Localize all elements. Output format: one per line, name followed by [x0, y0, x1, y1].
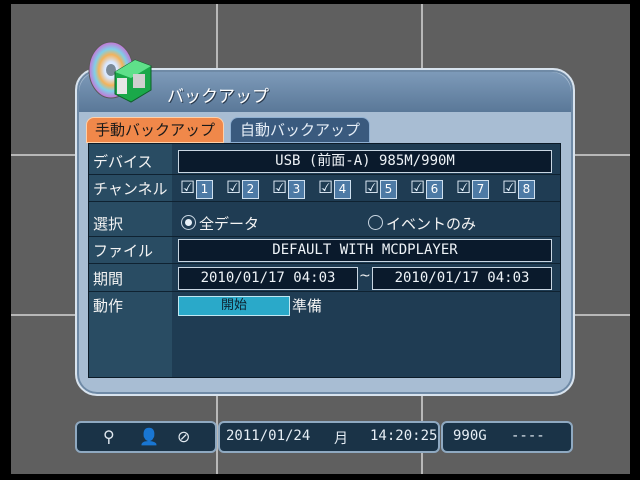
select-label: 選択	[93, 215, 124, 233]
radio-all-data-label[interactable]: 全データ	[199, 213, 259, 234]
radio-events-only[interactable]	[368, 215, 383, 230]
datetime-box: 2011/01/24 月 14:20:25	[218, 421, 440, 453]
status-icons-box: ⚲ 👤 ⊘	[75, 421, 217, 453]
period-separator: ~	[359, 268, 371, 284]
channel-checkbox[interactable]: ☑ 5	[364, 179, 400, 199]
backup-status: 準備	[292, 297, 323, 315]
radio-all-data[interactable]	[181, 215, 196, 230]
action-label: 動作	[93, 297, 124, 315]
checkmark-icon: ☑	[318, 178, 334, 198]
network-off-icon[interactable]: ⊘	[177, 427, 190, 446]
backup-settings-panel: デバイス USB (前面-A) 985M/990M チャンネル ☑ 1 ☑ 2 ☑ 3…	[88, 143, 561, 378]
file-label: ファイル	[93, 242, 154, 260]
user-alert-icon[interactable]: 👤	[139, 427, 159, 446]
dialog-title: バックアップ	[167, 87, 269, 107]
device-row: デバイス USB (前面-A) 985M/990M	[89, 148, 560, 175]
channel-checkbox[interactable]: ☑ 7	[456, 179, 492, 199]
select-row: 選択 全データ イベントのみ	[89, 210, 560, 237]
channel-checkbox[interactable]: ☑ 3	[272, 179, 308, 199]
tab-manual-backup[interactable]: 手動バックアップ	[86, 117, 224, 143]
checkmark-icon: ☑	[226, 178, 242, 198]
channel-checkbox[interactable]: ☑ 6	[410, 179, 446, 199]
checkmark-icon: ☑	[272, 178, 288, 198]
period-row: 期間 2010/01/17 04:03 ~ 2010/01/17 04:03	[89, 265, 560, 292]
status-time: 14:20:25	[370, 428, 438, 444]
backup-disc-icon	[88, 41, 152, 103]
channel-checkbox[interactable]: ☑ 4	[318, 179, 354, 199]
channel-label: チャンネル	[93, 180, 168, 198]
status-weekday: 月	[334, 431, 348, 447]
start-button[interactable]: 開始	[178, 296, 290, 316]
usb-icon[interactable]: ⚲	[103, 427, 115, 446]
checkmark-icon: ☑	[410, 178, 426, 198]
channel-row: チャンネル ☑ 1 ☑ 2 ☑ 3 ☑ 4 ☑ 5 ☑ 6 ☑ 7 ☑ 8	[89, 175, 560, 202]
device-field[interactable]: USB (前面-A) 985M/990M	[178, 150, 552, 173]
channel-checkbox[interactable]: ☑ 8	[502, 179, 538, 199]
device-label: デバイス	[93, 153, 153, 171]
channel-checkbox[interactable]: ☑ 2	[226, 179, 262, 199]
period-start-field[interactable]: 2010/01/17 04:03	[178, 267, 358, 290]
status-date: 2011/01/24	[226, 428, 311, 444]
checkmark-icon: ☑	[364, 178, 380, 198]
checkmark-icon: ☑	[502, 178, 518, 198]
storage-capacity: 990G	[453, 428, 487, 444]
radio-events-only-label[interactable]: イベントのみ	[386, 213, 476, 234]
file-row: ファイル DEFAULT WITH MCDPLAYER	[89, 237, 560, 264]
storage-extra: ----	[511, 428, 545, 444]
action-row: 動作 開始 準備	[89, 292, 560, 318]
period-label: 期間	[93, 270, 124, 288]
channel-checkbox[interactable]: ☑ 1	[180, 179, 216, 199]
storage-box: 990G ----	[441, 421, 573, 453]
file-field[interactable]: DEFAULT WITH MCDPLAYER	[178, 239, 552, 262]
checkmark-icon: ☑	[180, 178, 196, 198]
period-end-field[interactable]: 2010/01/17 04:03	[372, 267, 552, 290]
tab-auto-backup[interactable]: 自動バックアップ	[230, 117, 370, 143]
checkmark-icon: ☑	[456, 178, 472, 198]
